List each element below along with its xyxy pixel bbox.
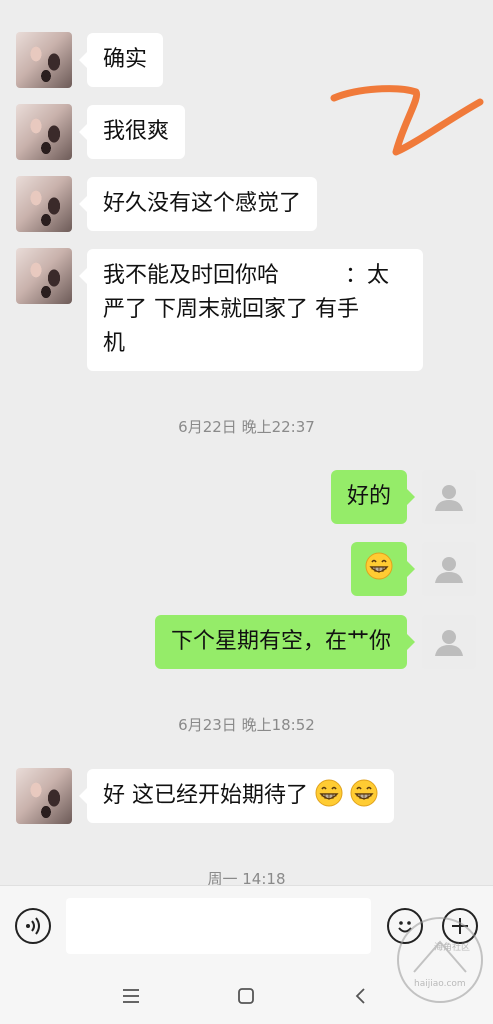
default-avatar-icon — [435, 630, 463, 656]
incoming-message-bubble[interactable]: 好久没有这个感觉了 — [78, 177, 318, 231]
my-avatar[interactable] — [422, 470, 476, 524]
voice-button[interactable] — [15, 908, 51, 944]
message-text: 下个星期有空，在艹你 — [170, 629, 391, 654]
menu-icon — [123, 989, 139, 1003]
chat-area[interactable]: 确实 我很爽 好久没有这个感觉了 我不能及时回你哈 ：太 严了 下周末就回家了 … — [0, 0, 493, 885]
back-icon — [355, 988, 365, 1004]
menu-button[interactable] — [114, 979, 148, 1013]
grinning-face-emoji-icon — [350, 779, 378, 807]
outgoing-message-bubble[interactable]: 好的 — [330, 470, 416, 524]
grinning-face-emoji-icon — [365, 552, 393, 580]
back-button[interactable] — [343, 979, 377, 1013]
home-icon — [238, 988, 254, 1004]
my-avatar[interactable] — [422, 615, 476, 669]
timestamp: 6月23日 晚上18:52 — [178, 716, 315, 734]
incoming-message-bubble[interactable]: 我不能及时回你哈 ：太 严了 下周末就回家了 有手 机 — [79, 249, 423, 371]
message-line: 我不能及时回你哈 ：太 — [103, 263, 390, 288]
contact-avatar[interactable] — [16, 104, 72, 160]
timestamp: 6月22日 晚上22:37 — [178, 418, 315, 436]
message-line: 机 — [103, 331, 126, 356]
message-text: 确实 — [103, 47, 148, 72]
grinning-face-emoji-icon — [315, 779, 343, 807]
outgoing-message-bubble[interactable]: 下个星期有空，在艹你 — [154, 615, 416, 669]
home-button[interactable] — [229, 979, 263, 1013]
my-avatar[interactable] — [422, 542, 476, 596]
watermark-domain: haijiao.com — [414, 979, 466, 989]
default-avatar-icon — [435, 485, 463, 511]
incoming-message-bubble[interactable]: 我很爽 — [78, 105, 186, 159]
timestamp: 周一 14:18 — [207, 870, 286, 885]
contact-avatar[interactable] — [16, 768, 72, 824]
message-text: 好久没有这个感觉了 — [103, 191, 302, 216]
message-text: 我很爽 — [103, 119, 170, 144]
voice-icon — [26, 917, 40, 935]
incoming-message-bubble[interactable]: 确实 — [78, 33, 164, 87]
watermark-text: 海角社区 — [434, 941, 470, 953]
incoming-message-bubble[interactable]: 好 这已经开始期待了 — [79, 769, 394, 823]
message-line: 严了 下周末就回家了 有手 — [103, 297, 359, 322]
outgoing-message-bubble[interactable] — [351, 542, 415, 596]
watermark-logo: 海角社区 haijiao.com — [397, 917, 483, 1003]
message-text: 好的 — [346, 484, 391, 509]
scribble-annotation — [330, 85, 484, 156]
contact-avatar[interactable] — [16, 248, 72, 304]
contact-avatar[interactable] — [16, 176, 72, 232]
message-input[interactable] — [66, 898, 371, 954]
message-text: 好 这已经开始期待了 — [103, 783, 308, 808]
default-avatar-icon — [435, 557, 463, 583]
contact-avatar[interactable] — [16, 32, 72, 88]
